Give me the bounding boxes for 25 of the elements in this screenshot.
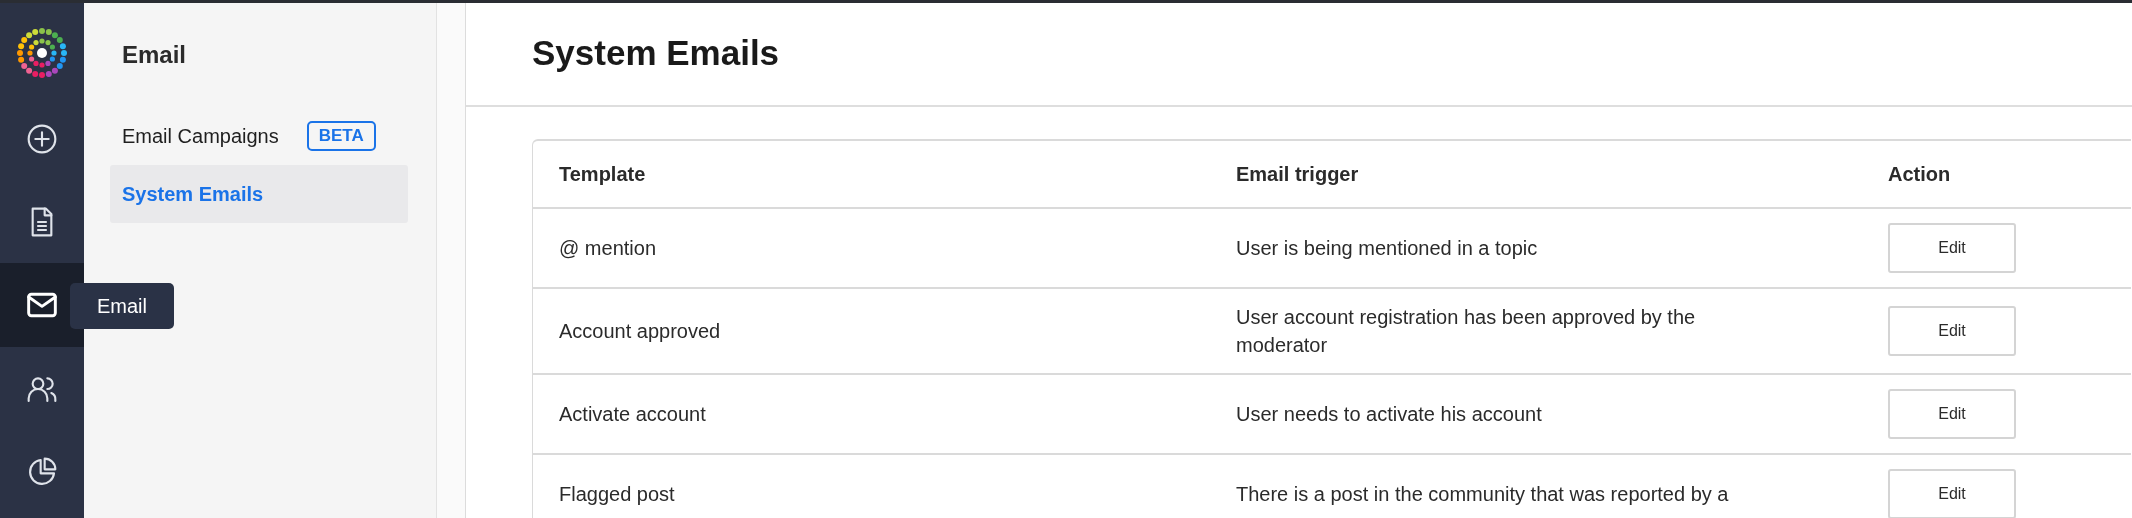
table-cell: @ mention [533, 209, 1210, 289]
rail-item[interactable] [0, 263, 84, 347]
edit-button[interactable]: Edit [1888, 389, 2016, 439]
table-cell: Flagged post [533, 455, 1210, 518]
edit-button[interactable]: Edit [1888, 223, 2016, 273]
table-cell: User account registration has been approved by the moderator [1210, 289, 1862, 375]
sidebar-title: Email [122, 40, 187, 70]
column-header: Template [533, 141, 1210, 209]
edit-button[interactable]: Edit [1888, 306, 2016, 356]
column-header: Action [1862, 141, 2131, 209]
column-header: Email trigger [1210, 141, 1862, 209]
add-icon [26, 122, 58, 155]
logo-icon[interactable] [16, 27, 68, 79]
beta-badge: BETA [306, 121, 376, 151]
table-cell: User is being mentioned in a topic [1210, 209, 1862, 289]
sidebar-item[interactable]: Email Campaigns BETA [110, 107, 408, 165]
table-cell: Account approved [533, 289, 1210, 375]
table-cell: Activate account [533, 375, 1210, 455]
page-title: System Emails [532, 31, 780, 74]
table-cell: There is a post in the community that was reported by a [1210, 455, 1862, 518]
tooltip: Email [70, 283, 174, 329]
pie-chart-icon [26, 455, 58, 488]
table-cell: User needs to activate his account [1210, 375, 1862, 455]
edit-button[interactable]: Edit [1888, 469, 2016, 518]
sidebar-item[interactable]: System Emails [110, 165, 408, 223]
